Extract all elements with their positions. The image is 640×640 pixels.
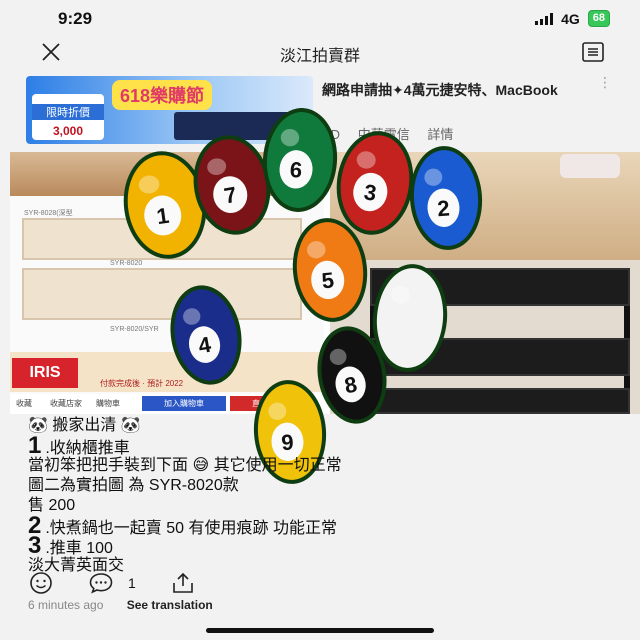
status-bar: 9:29 4G 68 bbox=[0, 0, 640, 36]
more-icon[interactable]: ⋮ bbox=[598, 74, 612, 91]
add-to-cart-label: 加入購物車 bbox=[142, 396, 226, 411]
shelf-diagram bbox=[22, 218, 302, 260]
ad-tag-price: 3,000 bbox=[52, 124, 84, 138]
post-meta: 6 minutes ago See translation bbox=[28, 598, 213, 612]
comment-count: 1 bbox=[128, 575, 136, 591]
item-text: .收納櫃推車 bbox=[45, 440, 130, 457]
see-translation-link[interactable]: See translation bbox=[127, 598, 213, 612]
ad-banner: 618樂購節 bbox=[112, 80, 213, 110]
ad-meta: AD 中華電信 詳情 bbox=[322, 124, 453, 143]
post-item: 2 .快煮鍋也一起賣 50 有使用痕跡 功能正常 bbox=[28, 514, 628, 538]
post-photos[interactable]: SYR-8028(深型 SYR-8020 SYR-8020/SYR IRIS 付… bbox=[10, 152, 640, 414]
shop-label: 收藏 bbox=[16, 399, 32, 408]
ad-brand: 中華電信 bbox=[357, 127, 410, 142]
shelf-photo bbox=[10, 152, 324, 196]
cart-photo[interactable] bbox=[330, 152, 640, 414]
model-label: SYR-8028(深型 bbox=[24, 210, 73, 217]
ad-label: AD bbox=[322, 127, 341, 142]
item-number: 3 bbox=[28, 532, 42, 559]
post-heading: 搬家出清 bbox=[52, 417, 117, 434]
share-icon[interactable] bbox=[170, 571, 196, 595]
model-label: SYR-8020/SYR bbox=[110, 326, 159, 333]
promo-text: 付款完成後 · 預計 2022 bbox=[100, 379, 184, 388]
network-label: 4G bbox=[561, 10, 580, 27]
rolling-cart bbox=[370, 268, 630, 414]
product-photo[interactable]: SYR-8028(深型 SYR-8020 SYR-8020/SYR IRIS 付… bbox=[10, 152, 324, 414]
smiley-reaction-icon[interactable] bbox=[28, 571, 54, 595]
post-body: 🐼 搬家出清 🐼 1 .收納櫃推車 當初笨把把手裝到下面 😅 其它使用一切正常 圖… bbox=[28, 416, 628, 576]
post-line: 圖二為實拍圖 為 SYR-8020款 bbox=[28, 477, 239, 494]
model-label: SYR-8020 bbox=[110, 260, 143, 267]
shelf-diagram bbox=[22, 268, 302, 320]
group-title: 淡江拍賣群 bbox=[279, 48, 360, 65]
post-actions: 1 bbox=[28, 570, 196, 596]
item-text: .推車 100 bbox=[45, 540, 113, 557]
kettle-photo bbox=[560, 154, 620, 178]
status-time: 9:29 bbox=[58, 9, 93, 28]
comment-icon[interactable] bbox=[88, 571, 114, 595]
sponsored-ad[interactable]: 618樂購節 限時折價 3,000 網路申請抽✦4萬元捷安特、MacBook ⋮… bbox=[10, 70, 630, 150]
ad-price-tag: 限時折價 3,000 bbox=[32, 94, 104, 140]
ad-image[interactable]: 618樂購節 限時折價 3,000 bbox=[26, 76, 313, 144]
buy-label: 直接 bbox=[230, 396, 290, 411]
ad-tag-label: 限時折價 bbox=[32, 104, 104, 120]
list-icon[interactable] bbox=[582, 42, 604, 62]
promo-strip: IRIS 付款完成後 · 預計 2022 bbox=[10, 352, 324, 392]
shop-label: 購物車 bbox=[96, 399, 120, 408]
shop-label: 收藏店家 bbox=[50, 399, 82, 408]
ad-details-link[interactable]: 詳情 bbox=[427, 127, 453, 142]
emoji-icon: 🐼 bbox=[120, 417, 141, 434]
signal-icon bbox=[535, 12, 554, 25]
item-text: .快煮鍋也一起賣 50 有使用痕跡 功能正常 bbox=[45, 520, 337, 537]
post-line: 當初笨把把手裝到下面 😅 其它使用一切正常 bbox=[28, 457, 342, 474]
ad-title[interactable]: 網路申請抽✦4萬元捷安特、MacBook bbox=[322, 80, 592, 100]
battery-icon: 68 bbox=[587, 10, 610, 27]
post-line: 售 200 bbox=[28, 497, 76, 514]
ad-devices-image bbox=[174, 112, 308, 140]
nav-bar: 淡江拍賣群 bbox=[0, 36, 640, 68]
brand-logo: IRIS bbox=[12, 358, 78, 388]
item-number: 1 bbox=[28, 432, 42, 459]
home-indicator[interactable] bbox=[206, 628, 434, 633]
post-item: 1 .收納櫃推車 bbox=[28, 434, 628, 458]
post-item: 3 .推車 100 bbox=[28, 534, 628, 558]
status-indicators: 4G 68 bbox=[535, 10, 610, 27]
shop-bar: 收藏 收藏店家 購物車 加入購物車 直接 bbox=[10, 394, 324, 414]
post-time: 6 minutes ago bbox=[28, 598, 104, 612]
post-line: 🐼 搬家出清 🐼 bbox=[28, 416, 628, 436]
